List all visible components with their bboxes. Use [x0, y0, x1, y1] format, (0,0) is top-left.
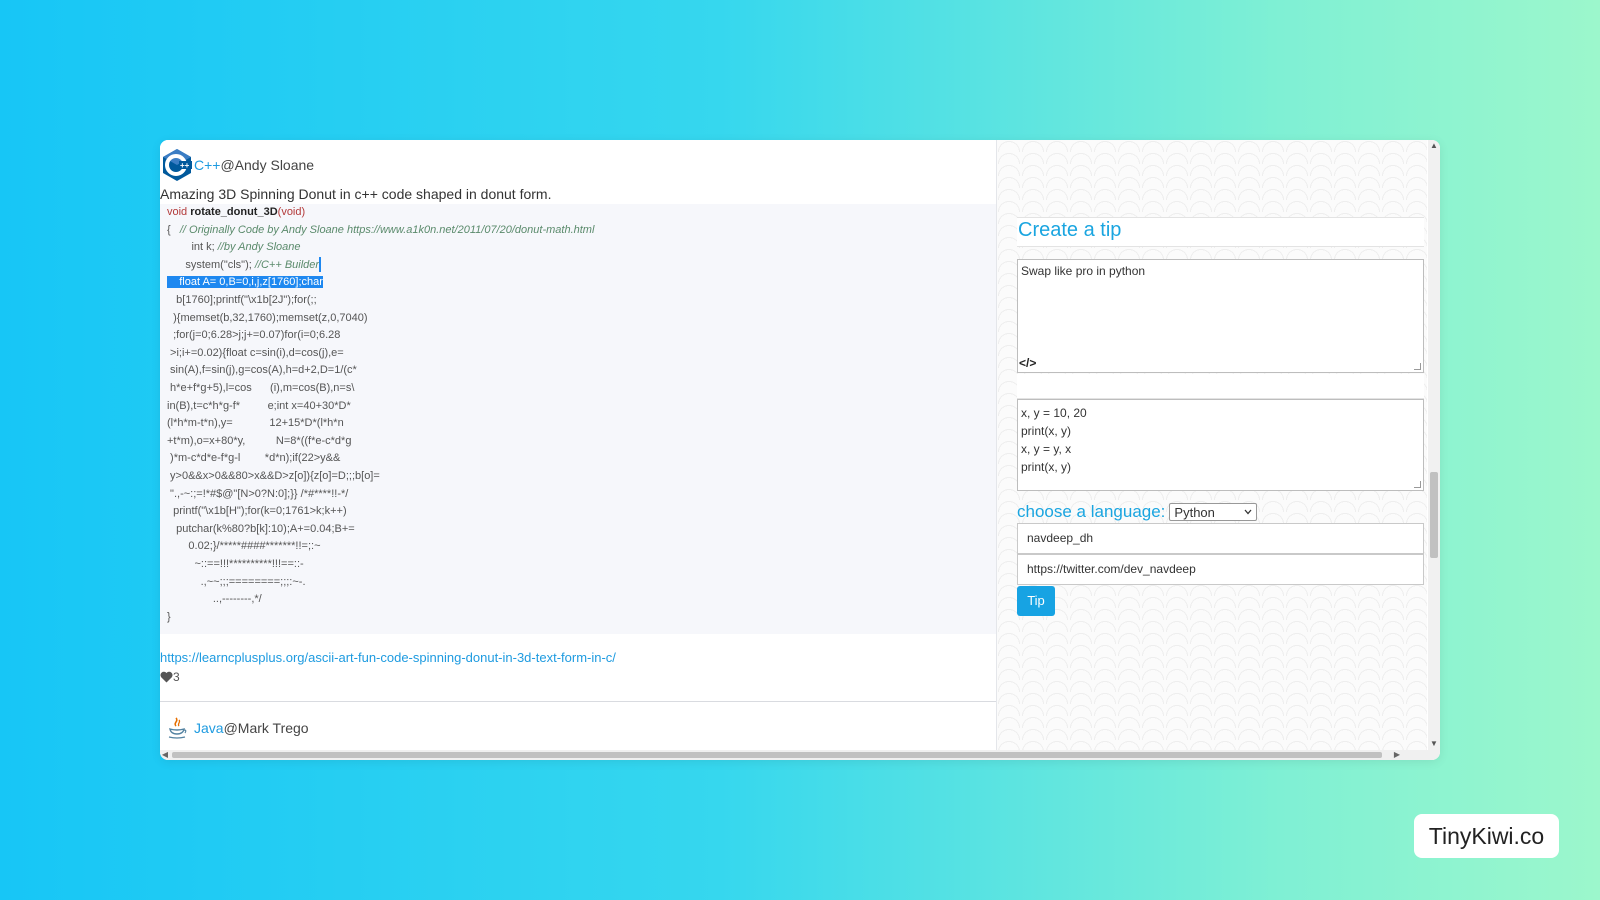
- horizontal-scroll-thumb[interactable]: [172, 752, 1382, 758]
- code-line: y>0&&x>0&&80>x&&D>z[o]){z[o]=D;;;b[o]=: [167, 470, 380, 482]
- code-line: +t*m),o=x+80*y, N=8*((f*e-c*d*g: [167, 434, 352, 447]
- scroll-up-icon[interactable]: ▲: [1428, 140, 1440, 152]
- post-description: Amazing 3D Spinning Donut in c++ code sh…: [160, 186, 552, 202]
- code-line: printf("\x1b[H");for(k=0;1761>k;k++): [167, 505, 347, 518]
- code-line: ".,-~:;=!*#$@"[N>0?N:0];}} /*#****!!-*/: [167, 487, 349, 500]
- svg-text:++: ++: [180, 161, 190, 170]
- code-line: 0.02;}/*****####*******!!=;:~: [167, 540, 321, 553]
- username-input[interactable]: navdeep_dh: [1017, 523, 1424, 554]
- selected-code-text: float A= 0,B=0,i,j,z[1760];char: [167, 276, 323, 289]
- tip-code-line: print(x, y): [1021, 460, 1072, 474]
- code-line: )*m-c*d*e-f*g-l *d*n);if(22>y&&: [167, 452, 341, 465]
- profile-url-input[interactable]: https://twitter.com/dev_navdeep: [1017, 554, 1424, 585]
- tip-title-bar: Create a tip: [1017, 217, 1424, 247]
- code-line: ;for(j=0;6.28>j;j+=0.07)for(i=0;6.28: [167, 329, 341, 342]
- brand-badge: TinyKiwi.co: [1414, 814, 1559, 858]
- code-line: h*e+f*g+5),l=cos (i),m=cos(B),n=s\: [167, 382, 355, 394]
- create-tip-title: Create a tip: [1018, 219, 1122, 241]
- language-select[interactable]: Python: [1169, 503, 1258, 521]
- code-line: (l*h*m-t*n),y= 12+15*D*(l*h*n: [167, 417, 344, 430]
- resize-handle-icon[interactable]: [1414, 363, 1421, 370]
- resize-handle-icon[interactable]: [1414, 481, 1421, 488]
- language-selected: Python: [1174, 504, 1215, 520]
- code-line: >i;i+=0.02){float c=sin(i),d=cos(j),e=: [167, 346, 344, 359]
- heart-icon: [160, 671, 173, 683]
- code-comment: //by Andy Sloane: [217, 241, 301, 254]
- code-line: ..,--------,*/: [167, 593, 262, 606]
- code-line: .,~~;;;========;;;:~-.: [167, 575, 306, 588]
- code-keyword: void: [167, 206, 191, 218]
- tip-description-text: Swap like pro in python: [1021, 264, 1146, 278]
- tip-description-textarea[interactable]: Swap like pro in python </>: [1017, 259, 1424, 373]
- code-line: float A= 0,B=0,i,j,z[1760];char: [167, 274, 323, 292]
- code-line: }: [167, 610, 171, 623]
- like-button[interactable]: 3: [160, 670, 180, 684]
- post-header: Java @Mark Trego: [166, 716, 309, 740]
- text-caret: [319, 257, 322, 273]
- code-line: in(B),t=c*h*g-f* e;int x=40+30*D*: [167, 399, 351, 412]
- code-line: ){memset(b,32,1760);memset(z,0,7040): [167, 311, 368, 324]
- code-function-name: rotate_donut_3D: [190, 206, 278, 218]
- create-tip-panel: Create a tip Swap like pro in python </>…: [997, 140, 1427, 750]
- code-line: b[1760];printf("\x1b[2J");for(;;: [167, 294, 317, 306]
- code-comment: //C++ Builder: [254, 258, 320, 271]
- scroll-right-icon[interactable]: ▶: [1392, 750, 1402, 760]
- tip-code-line: print(x, y): [1021, 424, 1072, 438]
- scroll-left-icon[interactable]: ◀: [160, 750, 170, 760]
- code-text: system("cls");: [167, 258, 255, 271]
- post-author[interactable]: @Andy Sloane: [220, 157, 314, 173]
- code-params: (void): [277, 206, 306, 218]
- post-language-link[interactable]: Java: [194, 720, 224, 736]
- post-author[interactable]: @Mark Trego: [224, 720, 309, 736]
- cpp-logo-icon: ++: [163, 149, 192, 181]
- language-label: choose a language:: [1017, 502, 1166, 521]
- language-row: choose a language: Python: [1017, 502, 1258, 522]
- tip-code-line: x, y = 10, 20: [1021, 406, 1087, 420]
- code-comment: // Originally Code by Andy Sloane https:…: [179, 223, 595, 236]
- like-count: 3: [173, 670, 180, 684]
- chevron-down-icon: [1244, 509, 1252, 515]
- code-icon[interactable]: </>: [1019, 356, 1036, 370]
- code-line: ~::==!!!**********!!!==::-: [167, 558, 304, 570]
- scroll-down-icon[interactable]: ▼: [1428, 738, 1440, 750]
- app-window: ++ C++ @Andy Sloane Amazing 3D Spinning …: [160, 140, 1440, 760]
- code-line: sin(A),f=sin(j),g=cos(A),h=d+2,D=1/(c*: [167, 364, 357, 377]
- post-language-link[interactable]: C++: [194, 157, 220, 173]
- tips-feed[interactable]: ++ C++ @Andy Sloane Amazing 3D Spinning …: [160, 140, 997, 750]
- vertical-scrollbar[interactable]: ▲ ▼: [1428, 140, 1440, 750]
- post-source-link[interactable]: https://learncplusplus.org/ascii-art-fun…: [160, 650, 616, 665]
- tip-code-line: x, y = y, x: [1021, 442, 1072, 456]
- code-line: { // Originally Code by Andy Sloane http…: [167, 222, 594, 240]
- code-line: void rotate_donut_3D(void): [167, 204, 305, 222]
- tip-code-textarea[interactable]: x, y = 10, 20 print(x, y) x, y = y, x pr…: [1017, 399, 1424, 491]
- code-line: system("cls"); //C++ Builder: [167, 257, 322, 275]
- code-text: int k;: [167, 241, 218, 254]
- post-divider: [160, 701, 996, 702]
- code-line: putchar(k%80?b[k]:10);A+=0.04;B+=: [167, 522, 355, 535]
- code-line: int k; //by Andy Sloane: [167, 239, 301, 257]
- java-logo-icon: [168, 717, 187, 739]
- vertical-scroll-thumb[interactable]: [1430, 472, 1438, 558]
- horizontal-scrollbar[interactable]: ◀ ▶: [160, 750, 1440, 760]
- tip-submit-button[interactable]: Tip: [1017, 586, 1055, 616]
- spacer-bar: [1017, 374, 1424, 399]
- post-header: ++ C++ @Andy Sloane: [160, 148, 314, 182]
- code-block[interactable]: void rotate_donut_3D(void) { // Original…: [160, 204, 996, 634]
- code-brace: {: [167, 223, 180, 236]
